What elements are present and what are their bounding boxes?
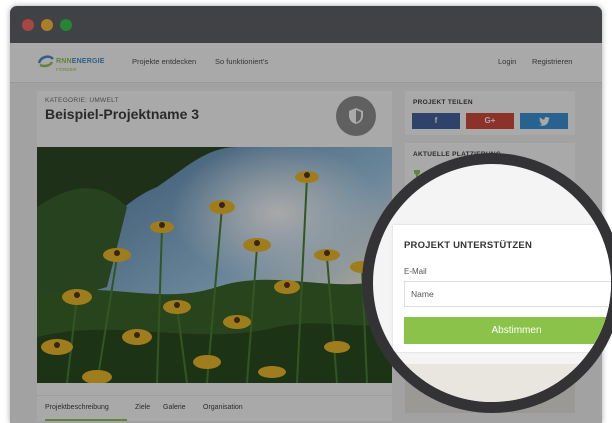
- support-heading: PROJEKT UNTERSTÜTZEN: [404, 240, 533, 251]
- vote-button[interactable]: Abstimmen: [404, 317, 611, 344]
- name-input[interactable]: [404, 281, 611, 307]
- support-form-card: PROJEKT UNTERSTÜTZEN E-Mail Abstimmen: [393, 225, 611, 352]
- magnifier-lens: PROJEKT UNTERSTÜTZEN E-Mail Abstimmen: [362, 153, 612, 413]
- magnified-map: [383, 364, 583, 402]
- magnifier-content: PROJEKT UNTERSTÜTZEN E-Mail Abstimmen: [373, 164, 611, 402]
- email-label: E-Mail: [404, 267, 427, 276]
